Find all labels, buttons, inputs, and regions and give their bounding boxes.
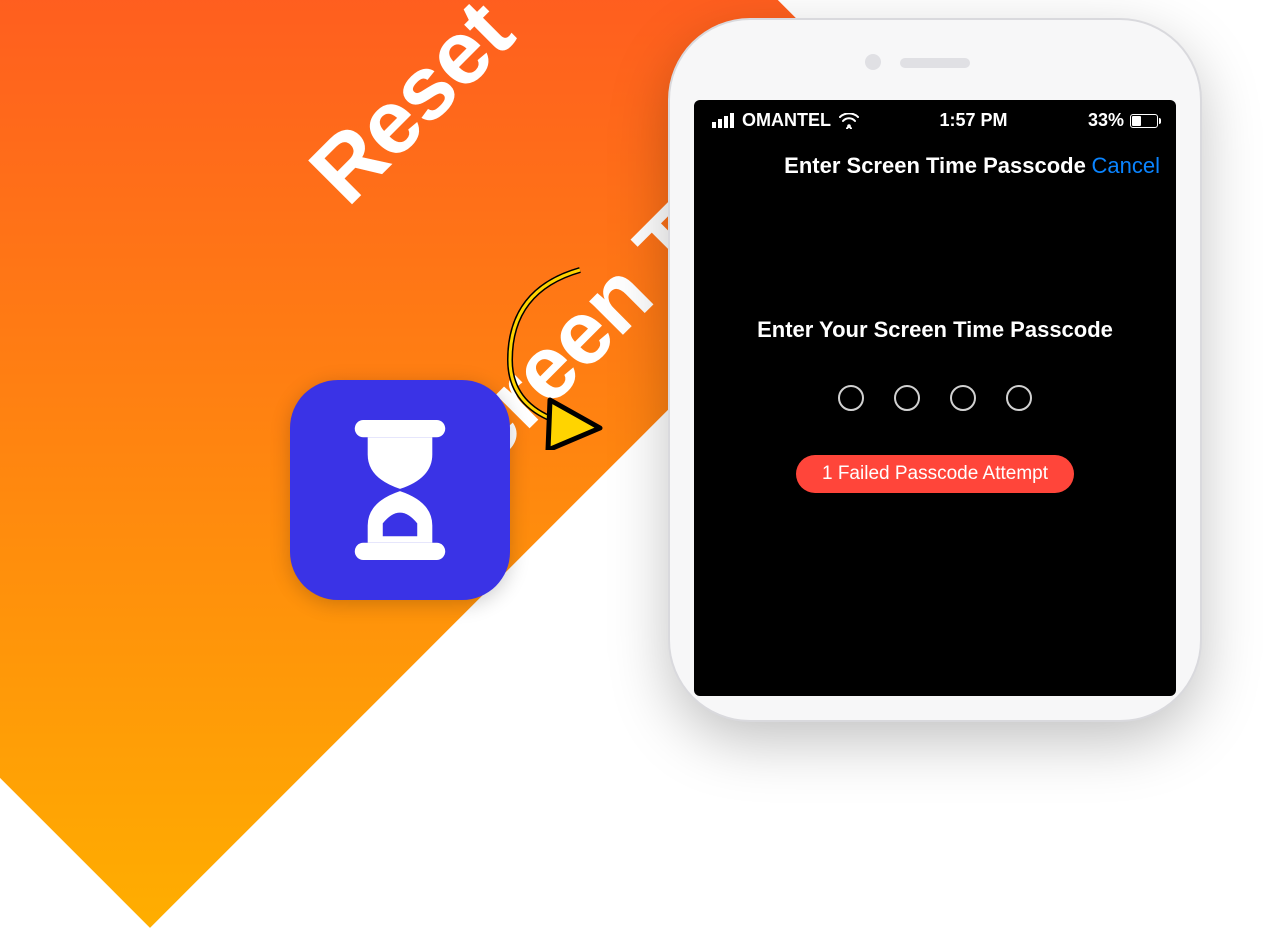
carrier-label: OMANTEL [742, 110, 831, 131]
passcode-dot [838, 385, 864, 411]
nav-title: Enter Screen Time Passcode [784, 153, 1086, 179]
passcode-dot [950, 385, 976, 411]
phone-camera [865, 54, 881, 70]
phone-mockup: OMANTEL 1:57 PM 33% Enter Screen Time Pa… [670, 20, 1200, 720]
phone-screen: OMANTEL 1:57 PM 33% Enter Screen Time Pa… [694, 100, 1176, 696]
curved-arrow-icon [480, 250, 660, 450]
passcode-dot [894, 385, 920, 411]
status-time: 1:57 PM [939, 110, 1007, 131]
hourglass-icon [345, 420, 455, 560]
battery-icon [1130, 114, 1158, 128]
phone-speaker [900, 58, 970, 68]
nav-bar: Enter Screen Time Passcode Cancel [694, 137, 1176, 197]
cellular-signal-icon [712, 113, 734, 128]
wifi-icon [839, 113, 859, 129]
cancel-button[interactable]: Cancel [1092, 153, 1160, 179]
passcode-dot [1006, 385, 1032, 411]
battery-fill [1132, 116, 1141, 126]
passcode-entry[interactable] [694, 385, 1176, 411]
failed-attempt-badge: 1 Failed Passcode Attempt [796, 455, 1074, 493]
status-bar: OMANTEL 1:57 PM 33% [694, 100, 1176, 137]
screen-time-app-icon [290, 380, 510, 600]
battery-percent: 33% [1088, 110, 1124, 131]
passcode-prompt: Enter Your Screen Time Passcode [694, 317, 1176, 343]
